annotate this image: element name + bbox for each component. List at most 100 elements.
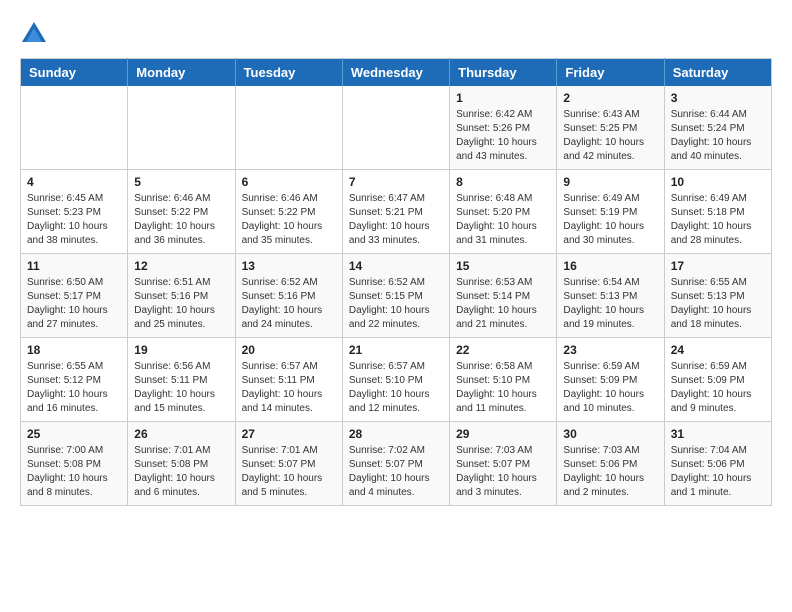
day-info: Sunrise: 6:59 AM Sunset: 5:09 PM Dayligh… — [671, 360, 765, 416]
week-row-2: 4 Sunrise: 6:45 AM Sunset: 5:23 PM Daylig… — [21, 170, 772, 254]
day-cell: 19 Sunrise: 6:56 AM Sunset: 5:11 PM Dayli… — [128, 338, 235, 422]
day-info: Sunrise: 7:01 AM Sunset: 5:07 PM Dayligh… — [242, 444, 336, 500]
day-info: Sunrise: 6:43 AM Sunset: 5:25 PM Dayligh… — [563, 108, 657, 164]
day-info: Sunrise: 7:04 AM Sunset: 5:06 PM Dayligh… — [671, 444, 765, 500]
day-cell: 23 Sunrise: 6:59 AM Sunset: 5:09 PM Dayli… — [557, 338, 664, 422]
day-cell: 18 Sunrise: 6:55 AM Sunset: 5:12 PM Dayli… — [21, 338, 128, 422]
day-info: Sunrise: 6:46 AM Sunset: 5:22 PM Dayligh… — [242, 192, 336, 248]
day-cell: 27 Sunrise: 7:01 AM Sunset: 5:07 PM Dayli… — [235, 422, 342, 506]
day-number: 23 — [563, 343, 657, 357]
day-info: Sunrise: 6:46 AM Sunset: 5:22 PM Dayligh… — [134, 192, 228, 248]
day-cell: 1Sunrise: 6:42 AM Sunset: 5:26 PM Daylig… — [450, 86, 557, 170]
day-number: 11 — [27, 259, 121, 273]
day-info: Sunrise: 6:55 AM Sunset: 5:12 PM Dayligh… — [27, 360, 121, 416]
day-header-saturday: Saturday — [664, 59, 771, 87]
day-info: Sunrise: 6:48 AM Sunset: 5:20 PM Dayligh… — [456, 192, 550, 248]
day-number: 21 — [349, 343, 443, 357]
day-number: 12 — [134, 259, 228, 273]
day-info: Sunrise: 6:57 AM Sunset: 5:11 PM Dayligh… — [242, 360, 336, 416]
day-number: 18 — [27, 343, 121, 357]
day-cell: 5 Sunrise: 6:46 AM Sunset: 5:22 PM Daylig… — [128, 170, 235, 254]
day-info: Sunrise: 6:58 AM Sunset: 5:10 PM Dayligh… — [456, 360, 550, 416]
day-number: 7 — [349, 175, 443, 189]
day-number: 8 — [456, 175, 550, 189]
day-cell: 8 Sunrise: 6:48 AM Sunset: 5:20 PM Daylig… — [450, 170, 557, 254]
day-header-thursday: Thursday — [450, 59, 557, 87]
day-cell: 7 Sunrise: 6:47 AM Sunset: 5:21 PM Daylig… — [342, 170, 449, 254]
day-number: 4 — [27, 175, 121, 189]
day-info: Sunrise: 6:47 AM Sunset: 5:21 PM Dayligh… — [349, 192, 443, 248]
day-info: Sunrise: 6:52 AM Sunset: 5:15 PM Dayligh… — [349, 276, 443, 332]
calendar-table: SundayMondayTuesdayWednesdayThursdayFrid… — [20, 58, 772, 506]
day-cell: 29 Sunrise: 7:03 AM Sunset: 5:07 PM Dayli… — [450, 422, 557, 506]
day-cell: 17 Sunrise: 6:55 AM Sunset: 5:13 PM Dayli… — [664, 254, 771, 338]
day-info: Sunrise: 7:03 AM Sunset: 5:07 PM Dayligh… — [456, 444, 550, 500]
day-cell: 6 Sunrise: 6:46 AM Sunset: 5:22 PM Daylig… — [235, 170, 342, 254]
week-row-3: 11 Sunrise: 6:50 AM Sunset: 5:17 PM Dayli… — [21, 254, 772, 338]
day-cell: 13 Sunrise: 6:52 AM Sunset: 5:16 PM Dayli… — [235, 254, 342, 338]
day-number: 31 — [671, 427, 765, 441]
day-cell: 12Sunrise: 6:51 AM Sunset: 5:16 PM Dayli… — [128, 254, 235, 338]
day-info: Sunrise: 6:44 AM Sunset: 5:24 PM Dayligh… — [671, 108, 765, 164]
day-cell: 14 Sunrise: 6:52 AM Sunset: 5:15 PM Dayli… — [342, 254, 449, 338]
day-cell: 15 Sunrise: 6:53 AM Sunset: 5:14 PM Dayli… — [450, 254, 557, 338]
logo-icon — [20, 20, 48, 48]
day-info: Sunrise: 6:42 AM Sunset: 5:26 PM Dayligh… — [456, 108, 550, 164]
day-number: 13 — [242, 259, 336, 273]
header-row: SundayMondayTuesdayWednesdayThursdayFrid… — [21, 59, 772, 87]
day-info: Sunrise: 6:59 AM Sunset: 5:09 PM Dayligh… — [563, 360, 657, 416]
day-cell: 10Sunrise: 6:49 AM Sunset: 5:18 PM Dayli… — [664, 170, 771, 254]
day-number: 20 — [242, 343, 336, 357]
day-number: 5 — [134, 175, 228, 189]
day-number: 28 — [349, 427, 443, 441]
day-info: Sunrise: 6:53 AM Sunset: 5:14 PM Dayligh… — [456, 276, 550, 332]
day-header-friday: Friday — [557, 59, 664, 87]
day-info: Sunrise: 6:57 AM Sunset: 5:10 PM Dayligh… — [349, 360, 443, 416]
day-number: 16 — [563, 259, 657, 273]
day-info: Sunrise: 6:55 AM Sunset: 5:13 PM Dayligh… — [671, 276, 765, 332]
week-row-4: 18 Sunrise: 6:55 AM Sunset: 5:12 PM Dayli… — [21, 338, 772, 422]
day-number: 25 — [27, 427, 121, 441]
day-cell: 11 Sunrise: 6:50 AM Sunset: 5:17 PM Dayli… — [21, 254, 128, 338]
day-header-sunday: Sunday — [21, 59, 128, 87]
day-cell: 28 Sunrise: 7:02 AM Sunset: 5:07 PM Dayli… — [342, 422, 449, 506]
day-cell: 30 Sunrise: 7:03 AM Sunset: 5:06 PM Dayli… — [557, 422, 664, 506]
day-cell: 4 Sunrise: 6:45 AM Sunset: 5:23 PM Daylig… — [21, 170, 128, 254]
day-info: Sunrise: 7:00 AM Sunset: 5:08 PM Dayligh… — [27, 444, 121, 500]
day-info: Sunrise: 7:02 AM Sunset: 5:07 PM Dayligh… — [349, 444, 443, 500]
day-info: Sunrise: 6:52 AM Sunset: 5:16 PM Dayligh… — [242, 276, 336, 332]
day-number: 27 — [242, 427, 336, 441]
day-header-wednesday: Wednesday — [342, 59, 449, 87]
day-header-tuesday: Tuesday — [235, 59, 342, 87]
day-number: 30 — [563, 427, 657, 441]
day-info: Sunrise: 7:01 AM Sunset: 5:08 PM Dayligh… — [134, 444, 228, 500]
day-cell: 22Sunrise: 6:58 AM Sunset: 5:10 PM Dayli… — [450, 338, 557, 422]
day-number: 26 — [134, 427, 228, 441]
day-number: 9 — [563, 175, 657, 189]
day-number: 15 — [456, 259, 550, 273]
day-number: 17 — [671, 259, 765, 273]
day-info: Sunrise: 6:54 AM Sunset: 5:13 PM Dayligh… — [563, 276, 657, 332]
day-header-monday: Monday — [128, 59, 235, 87]
day-info: Sunrise: 6:56 AM Sunset: 5:11 PM Dayligh… — [134, 360, 228, 416]
day-number: 3 — [671, 91, 765, 105]
day-number: 19 — [134, 343, 228, 357]
day-number: 14 — [349, 259, 443, 273]
day-info: Sunrise: 6:49 AM Sunset: 5:18 PM Dayligh… — [671, 192, 765, 248]
day-cell: 16 Sunrise: 6:54 AM Sunset: 5:13 PM Dayli… — [557, 254, 664, 338]
day-cell: 21 Sunrise: 6:57 AM Sunset: 5:10 PM Dayli… — [342, 338, 449, 422]
page-header — [20, 20, 772, 48]
day-cell — [235, 86, 342, 170]
day-number: 2 — [563, 91, 657, 105]
day-number: 6 — [242, 175, 336, 189]
day-info: Sunrise: 6:50 AM Sunset: 5:17 PM Dayligh… — [27, 276, 121, 332]
day-cell — [21, 86, 128, 170]
day-cell: 3 Sunrise: 6:44 AM Sunset: 5:24 PM Daylig… — [664, 86, 771, 170]
day-number: 29 — [456, 427, 550, 441]
day-cell: 25 Sunrise: 7:00 AM Sunset: 5:08 PM Dayli… — [21, 422, 128, 506]
day-info: Sunrise: 6:45 AM Sunset: 5:23 PM Dayligh… — [27, 192, 121, 248]
day-info: Sunrise: 7:03 AM Sunset: 5:06 PM Dayligh… — [563, 444, 657, 500]
day-cell: 26 Sunrise: 7:01 AM Sunset: 5:08 PM Dayli… — [128, 422, 235, 506]
day-cell: 20 Sunrise: 6:57 AM Sunset: 5:11 PM Dayli… — [235, 338, 342, 422]
day-cell: 31 Sunrise: 7:04 AM Sunset: 5:06 PM Dayli… — [664, 422, 771, 506]
